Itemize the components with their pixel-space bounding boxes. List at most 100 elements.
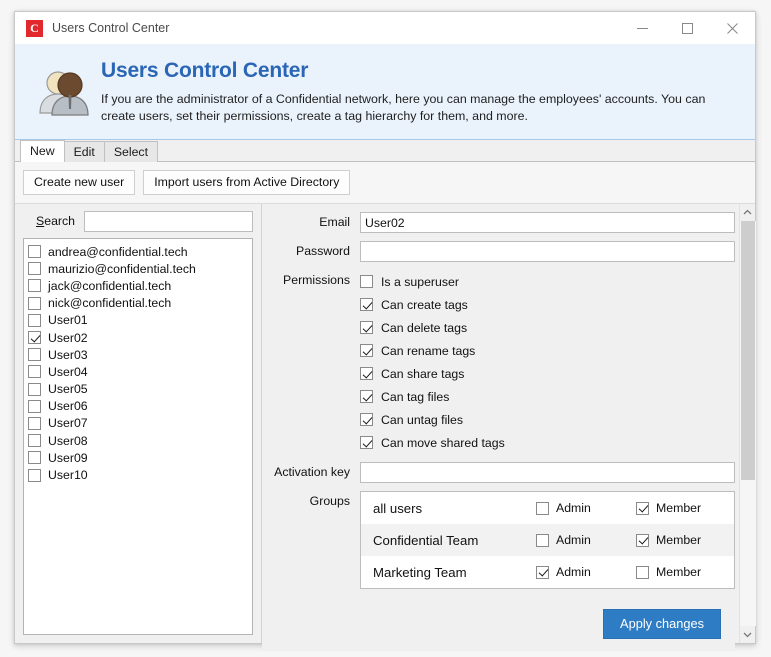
password-row: Password [262, 241, 735, 262]
permission-can-share-tags[interactable]: Can share tags [360, 362, 735, 385]
email-field[interactable] [360, 212, 735, 233]
list-item[interactable]: User02 [28, 329, 250, 346]
group-admin-option[interactable]: Admin [536, 533, 618, 547]
list-item-label: User07 [48, 416, 88, 431]
permission-label: Can share tags [381, 366, 465, 381]
group-name: Confidential Team [373, 532, 479, 548]
list-item-label: User05 [48, 382, 88, 397]
list-item-label: User03 [48, 347, 88, 362]
list-item[interactable]: User07 [28, 415, 250, 432]
user-checkbox[interactable] [28, 279, 41, 293]
permission-checkbox[interactable] [360, 436, 373, 449]
user-checkbox[interactable] [28, 399, 41, 413]
close-icon[interactable] [710, 12, 755, 44]
admin-checkbox[interactable] [536, 565, 549, 579]
user-checkbox[interactable] [28, 296, 41, 310]
user-checkbox[interactable] [28, 451, 41, 465]
member-checkbox[interactable] [636, 533, 649, 547]
list-item-label: User04 [48, 364, 88, 379]
user-checkbox[interactable] [28, 416, 41, 430]
tab-edit[interactable]: Edit [63, 141, 105, 162]
tab-new[interactable]: New [20, 140, 65, 162]
list-item[interactable]: User06 [28, 398, 250, 415]
permission-is-superuser[interactable]: Is a superuser [360, 270, 735, 293]
groups-row: Groups all users Admin Member Confidenti… [262, 491, 735, 589]
scrollbar-thumb[interactable] [740, 221, 755, 481]
permission-label: Is a superuser [381, 274, 459, 289]
user-list-panel: Search andrea@confidential.tech maurizio… [15, 204, 262, 643]
list-item[interactable]: User09 [28, 449, 250, 466]
user-checkbox[interactable] [28, 382, 41, 396]
list-item-label: User10 [48, 468, 88, 483]
list-item[interactable]: User04 [28, 363, 250, 380]
import-users-button[interactable]: Import users from Active Directory [143, 170, 351, 195]
list-item[interactable]: User03 [28, 346, 250, 363]
activation-key-field[interactable] [360, 462, 735, 483]
permission-checkbox[interactable] [360, 321, 373, 334]
permission-can-untag-files[interactable]: Can untag files [360, 408, 735, 431]
group-member-option[interactable]: Member [636, 533, 726, 547]
list-item[interactable]: User01 [28, 312, 250, 329]
users-icon [29, 56, 101, 125]
search-input[interactable] [84, 210, 253, 232]
window-title: Users Control Center [52, 21, 170, 35]
app-icon: C [26, 19, 43, 37]
scroll-down-icon[interactable] [740, 626, 756, 643]
user-checkbox[interactable] [28, 331, 41, 345]
permissions-row: Permissions Is a superuser Can create ta… [262, 270, 735, 454]
admin-checkbox[interactable] [536, 533, 549, 547]
member-label: Member [656, 501, 702, 515]
password-field[interactable] [360, 241, 735, 262]
permission-can-move-shared-tags[interactable]: Can move shared tags [360, 431, 735, 454]
list-item[interactable]: User10 [28, 466, 250, 483]
permission-can-create-tags[interactable]: Can create tags [360, 293, 735, 316]
permission-can-delete-tags[interactable]: Can delete tags [360, 316, 735, 339]
member-checkbox[interactable] [636, 501, 649, 515]
permission-label: Can move shared tags [381, 435, 505, 450]
tab-select[interactable]: Select [103, 141, 158, 162]
form-scrollbar[interactable] [739, 204, 756, 643]
list-item[interactable]: nick@confidential.tech [28, 295, 250, 312]
user-checkbox[interactable] [28, 348, 41, 362]
group-member-option[interactable]: Member [636, 565, 726, 579]
table-row[interactable]: Confidential Team Admin Member [361, 524, 734, 556]
list-item-label: User09 [48, 450, 88, 465]
user-checkbox[interactable] [28, 365, 41, 379]
permission-checkbox[interactable] [360, 367, 373, 380]
user-checkbox[interactable] [28, 262, 41, 276]
scrollbar-track[interactable] [739, 221, 756, 626]
group-admin-option[interactable]: Admin [536, 565, 618, 579]
permission-checkbox[interactable] [360, 298, 373, 311]
permission-checkbox[interactable] [360, 275, 373, 288]
member-checkbox[interactable] [636, 565, 649, 579]
scroll-up-icon[interactable] [740, 204, 756, 221]
maximize-icon[interactable] [665, 12, 710, 44]
list-item-label: maurizio@confidential.tech [48, 261, 196, 276]
screenshot-root: C Users Control Center Users Control Cen… [0, 0, 771, 657]
list-item[interactable]: User08 [28, 432, 250, 449]
permission-checkbox[interactable] [360, 413, 373, 426]
table-row[interactable]: Marketing Team Admin Member [361, 556, 734, 588]
permission-checkbox[interactable] [360, 344, 373, 357]
minimize-icon[interactable] [620, 12, 665, 44]
list-item[interactable]: andrea@confidential.tech [28, 243, 250, 260]
group-member-option[interactable]: Member [636, 501, 726, 515]
permission-can-tag-files[interactable]: Can tag files [360, 385, 735, 408]
create-new-user-button[interactable]: Create new user [23, 170, 136, 195]
user-checkbox[interactable] [28, 468, 41, 482]
user-checkbox-list[interactable]: andrea@confidential.tech maurizio@confid… [23, 238, 253, 635]
list-item[interactable]: maurizio@confidential.tech [28, 260, 250, 277]
group-admin-option[interactable]: Admin [536, 501, 618, 515]
table-row[interactable]: all users Admin Member [361, 492, 734, 524]
user-checkbox[interactable] [28, 313, 41, 327]
permission-checkbox[interactable] [360, 390, 373, 403]
email-label: Email [319, 215, 350, 229]
permission-can-rename-tags[interactable]: Can rename tags [360, 339, 735, 362]
user-checkbox[interactable] [28, 245, 41, 259]
list-item[interactable]: jack@confidential.tech [28, 277, 250, 294]
user-checkbox[interactable] [28, 434, 41, 448]
list-item[interactable]: User05 [28, 381, 250, 398]
admin-checkbox[interactable] [536, 501, 549, 515]
apply-changes-button[interactable]: Apply changes [603, 609, 721, 639]
action-toolbar: Create new user Import users from Active… [15, 162, 755, 204]
